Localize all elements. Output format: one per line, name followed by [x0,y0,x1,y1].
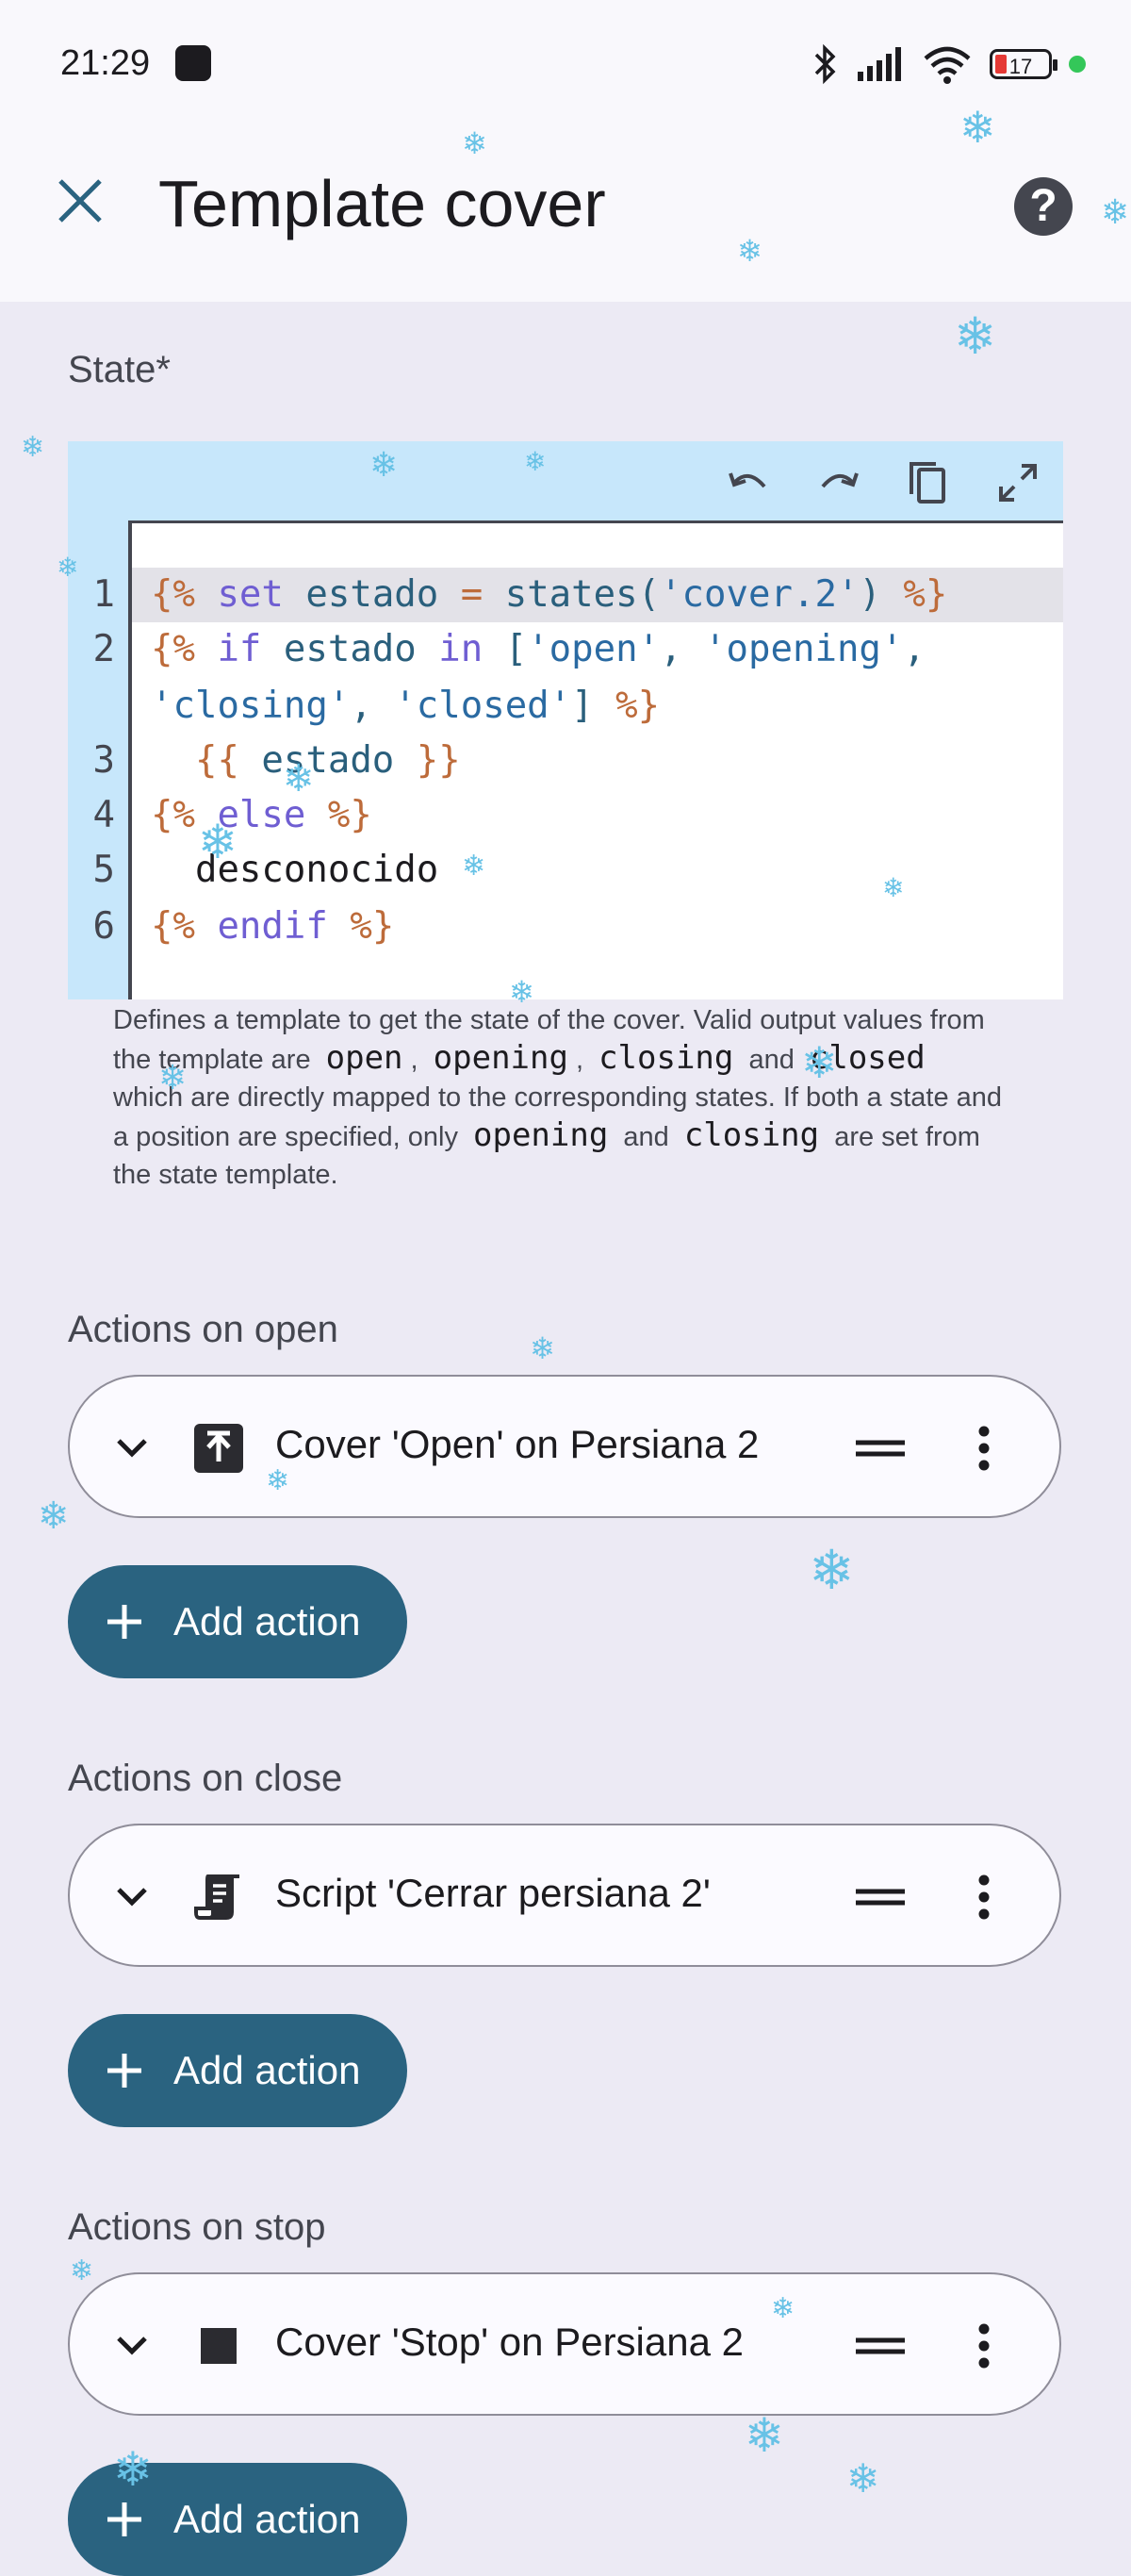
code-chip-closing: closing [598,1039,734,1077]
notification-app-icon [175,45,211,81]
more-vert-icon[interactable] [956,1420,1012,1477]
action-row-close[interactable]: Script 'Cerrar persiana 2' [68,1824,1061,1967]
editor-toolbar [68,441,1063,522]
action-row-open[interactable]: Cover 'Open' on Persiana 2 [68,1375,1061,1518]
copy-icon[interactable] [899,454,956,511]
code-line[interactable]: 3 {{ estado }} [68,734,1063,788]
snowflake-icon: ❄ [882,872,905,903]
snowflake-icon: ❄ [266,1464,290,1497]
snowflake-icon: ❄ [38,1494,70,1538]
snowflake-icon: ❄ [509,974,534,1010]
chevron-down-icon[interactable] [104,1420,160,1477]
snowflake-icon: ❄ [21,431,45,464]
code-chip-closing-2: closing [683,1116,820,1154]
line-number: 6 [92,905,115,948]
plus-icon [107,2054,141,2088]
battery-icon: 17 [990,49,1057,79]
close-icon[interactable] [47,168,113,234]
actions-on-open-label: Actions on open [68,1309,338,1350]
more-vert-icon[interactable] [956,2318,1012,2374]
add-action-button-open[interactable]: Add action [68,1565,407,1678]
redo-icon[interactable] [811,454,867,511]
drag-handle-icon[interactable] [852,1426,909,1471]
state-helper-text: Defines a template to get the state of t… [113,1005,1003,1190]
snowflake-icon: ❄ [198,815,238,869]
line-number: 4 [92,794,115,836]
line-number: 3 [92,739,115,782]
snowflake-icon: ❄ [801,1037,838,1088]
signal-icon [858,47,901,81]
plus-icon [107,2502,141,2536]
add-action-label: Add action [173,2048,361,2092]
help-icon[interactable]: ? [1014,177,1073,236]
snowflake-icon: ❄ [524,446,547,477]
drag-handle-icon[interactable] [852,1874,909,1920]
action-row-stop[interactable]: Cover 'Stop' on Persiana 2 [68,2272,1061,2416]
snowflake-icon: ❄ [158,1059,188,1098]
code-text: {% else %} [151,794,372,836]
snowflake-icon: ❄ [959,102,996,153]
snowflake-icon: ❄ [530,1330,555,1366]
script-icon [190,1869,247,1925]
status-time: 21:29 [60,43,151,83]
code-text: desconocido [151,849,439,891]
add-action-label: Add action [173,2497,361,2541]
stop-square-icon [190,2318,247,2374]
code-text: {% if estado in ['open', 'opening', [151,628,926,670]
battery-level: 17 [1008,55,1033,78]
more-vert-icon[interactable] [956,1869,1012,1925]
code-text: {% endif %} [151,905,395,948]
action-label: Cover 'Open' on Persiana 2 [275,1422,760,1466]
app-bar: Template cover ? [0,132,1131,302]
code-line[interactable]: 6 {% endif %} [68,900,1063,954]
template-editor[interactable]: 1 {% set estado = states('cover.2') %} 2 {%… [68,441,1063,999]
drag-handle-icon[interactable] [852,2323,909,2369]
actions-on-stop-label: Actions on stop [68,2206,326,2248]
action-label: Script 'Cerrar persiana 2' [275,1871,711,1915]
bluetooth-icon [814,43,836,85]
snowflake-icon: ❄ [1101,193,1130,232]
snowflake-icon: ❄ [771,2292,795,2325]
wifi-icon [924,46,971,84]
snowflake-icon: ❄ [809,1538,855,1602]
snowflake-icon: ❄ [737,233,762,269]
snowflake-icon: ❄ [954,306,997,366]
code-chip-open: open [325,1039,403,1077]
code-chip-opening: opening [433,1039,568,1077]
actions-on-close-label: Actions on close [68,1758,343,1799]
code-text: {% set estado = states('cover.2') %} [151,573,948,616]
chevron-down-icon[interactable] [104,1869,160,1925]
snowflake-icon: ❄ [462,850,486,883]
line-number: 5 [92,849,115,891]
code-line[interactable]: 1 {% set estado = states('cover.2') %} [93,568,1063,622]
snowflake-icon: ❄ [70,2254,94,2287]
code-line[interactable]: 'closing', 'closed'] %} [68,679,1063,734]
add-action-button-close[interactable]: Add action [68,2014,407,2127]
line-number: 2 [92,628,115,670]
snowflake-icon: ❄ [846,2455,880,2502]
code-line[interactable]: 2 {% if estado in ['open', 'opening', [68,622,1063,677]
arrow-up-box-icon [190,1420,247,1477]
fullscreen-icon[interactable] [990,454,1046,511]
undo-icon[interactable] [720,454,777,511]
page-title: Template cover [158,167,606,240]
add-action-label: Add action [173,1599,361,1643]
plus-icon [107,1605,141,1639]
snowflake-icon: ❄ [113,2442,153,2497]
snowflake-icon: ❄ [369,446,399,485]
chevron-down-icon[interactable] [104,2318,160,2374]
action-label: Cover 'Stop' on Persiana 2 [275,2320,744,2364]
code-text: 'closing', 'closed'] %} [151,685,661,727]
state-label: State* [68,349,171,390]
snowflake-icon: ❄ [745,2408,784,2463]
status-icons: 17 [811,41,1086,87]
code-chip-opening-2: opening [473,1116,609,1154]
snowflake-icon: ❄ [57,552,79,583]
snowflake-icon: ❄ [462,125,487,161]
snowflake-icon: ❄ [283,757,315,801]
privacy-indicator-dot [1069,56,1086,73]
